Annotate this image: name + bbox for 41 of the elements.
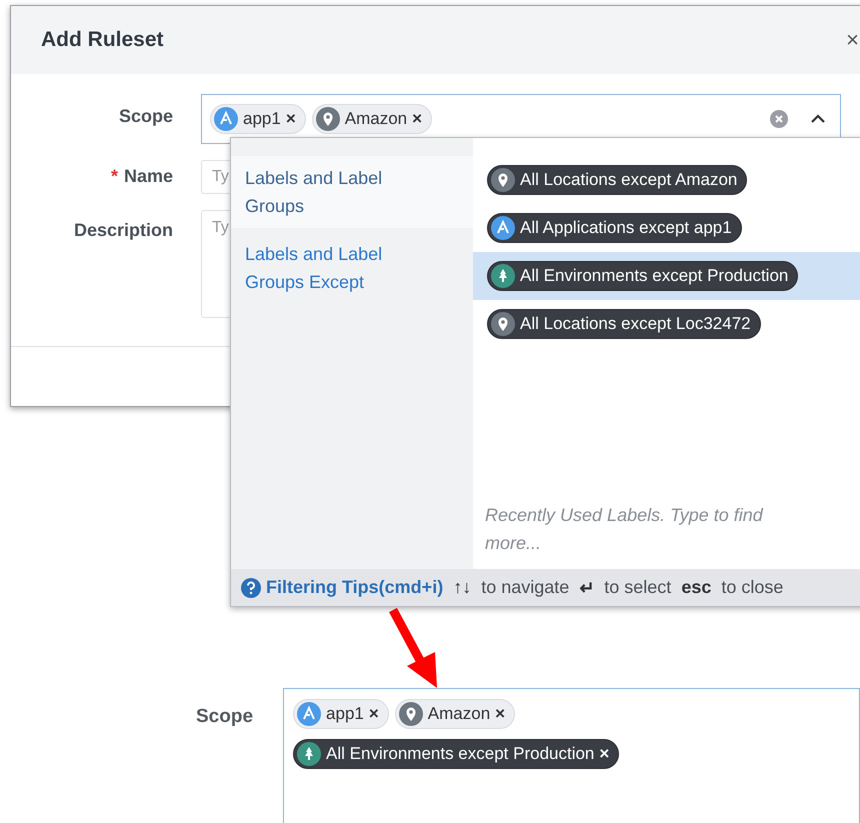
dialog-title: Add Ruleset (41, 28, 164, 52)
esc-key: esc (681, 577, 712, 598)
footer-text: to select (604, 577, 672, 598)
app-letter-icon (214, 107, 238, 131)
location-pin-icon (491, 312, 515, 336)
app-letter-icon (491, 216, 515, 240)
app-letter-icon (297, 702, 322, 726)
field-label: Scope (118, 105, 173, 127)
label-chip[interactable]: All Environments except Production (487, 261, 798, 291)
close-button[interactable]: × (846, 27, 859, 53)
field-label: * Name (110, 165, 173, 187)
clear-icon[interactable] (770, 110, 788, 128)
tree-icon (297, 742, 322, 766)
footer-text: to close (721, 577, 784, 598)
enter-key: ↵ (579, 576, 594, 598)
location-pin-icon (491, 168, 515, 192)
footer-text: to navigate (481, 577, 570, 598)
label-chip[interactable]: All Locations except Loc32472 (487, 309, 761, 339)
label-chip[interactable]: All Applications except app1 (487, 213, 742, 243)
tree-icon (491, 264, 515, 288)
filtering-tips-link[interactable]: Filtering Tips(cmd+i) (241, 577, 444, 598)
location-pin-icon (398, 702, 423, 726)
label-chip[interactable]: app1 × (210, 104, 306, 134)
label-chip[interactable]: Amazon × (394, 699, 516, 729)
field-label: Scope (196, 705, 254, 729)
label-chip[interactable]: All Locations except Amazon (487, 165, 748, 195)
hint-text: Recently Used Labels. Type to find more... (484, 504, 764, 555)
option-row[interactable]: All Environments except Production (473, 252, 860, 300)
label-chip[interactable]: app1 × (293, 699, 389, 729)
option-row[interactable]: All Locations except Amazon (473, 156, 860, 204)
category-item[interactable]: Labels and Label Groups (231, 156, 473, 228)
label-chip[interactable]: All Environments except Production × (293, 739, 620, 769)
chevron-up-icon[interactable] (810, 114, 826, 124)
navigate-keys: ↑↓ (453, 577, 472, 598)
label-chip[interactable]: Amazon × (312, 104, 432, 134)
option-row[interactable]: All Applications except app1 (473, 204, 860, 252)
scope-field[interactable]: app1 × Amazon × All Environments except Production × (283, 688, 860, 823)
field-label: Description (72, 219, 173, 241)
option-row[interactable]: All Locations except Loc32472 (473, 300, 860, 348)
location-pin-icon (316, 107, 340, 131)
help-icon (241, 578, 261, 598)
